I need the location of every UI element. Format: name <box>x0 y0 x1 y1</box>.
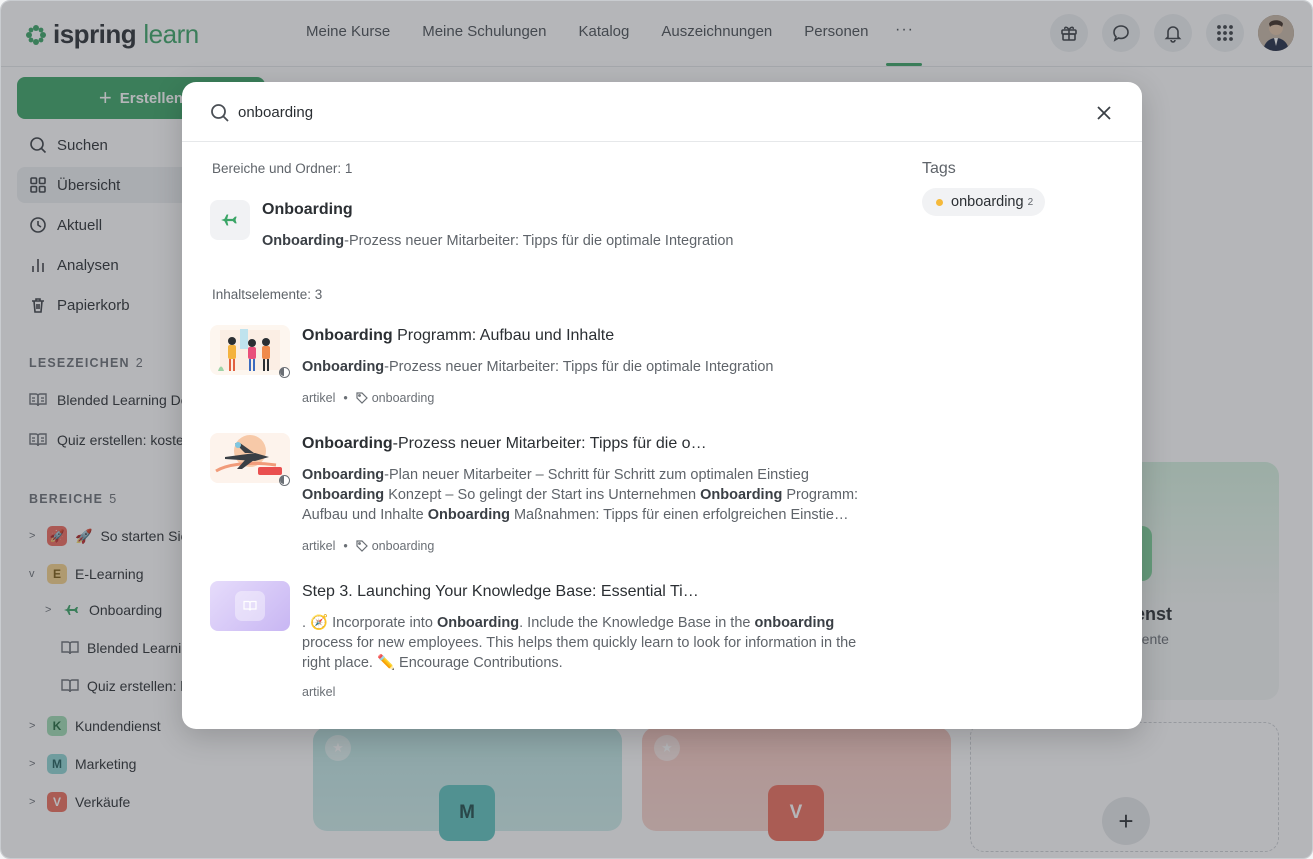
result-tag[interactable]: onboarding <box>372 391 435 405</box>
separator-dot: • <box>343 539 348 553</box>
desc-text: -Plan neuer Mitarbeiter – Schritt für Sc… <box>384 467 809 483</box>
desc-text: . 🧭 Incorporate into <box>302 615 437 631</box>
desc-text: process for new employees. This helps th… <box>302 635 857 671</box>
title-text: Programm: Aufbau und Inhalte <box>392 327 615 344</box>
desc-text: Maßnahmen: Tipps für einen erfolgreichen… <box>509 507 849 523</box>
search-input[interactable] <box>238 100 1058 124</box>
close-icon[interactable] <box>1097 106 1111 120</box>
desc-text: Konzept – So gelingt der Start ins Unter… <box>384 487 701 503</box>
area-result-title: Onboarding <box>262 201 353 218</box>
desc-text: . Include the Knowledge Base in the <box>519 615 755 631</box>
tag-count: 2 <box>1027 196 1034 208</box>
result-title: Onboarding-Prozess neuer Mitarbeiter: Ti… <box>302 435 707 453</box>
desc-text: -Prozess neuer Mitarbeiter: Tipps für di… <box>344 233 734 249</box>
highlight: Onboarding <box>302 487 385 503</box>
result-meta: artikel • onboarding <box>302 391 434 405</box>
result-thumbnail <box>210 325 290 375</box>
areas-section-label: Bereiche und Ordner: 1 <box>212 161 353 176</box>
highlight: Onboarding <box>436 615 520 631</box>
tag-icon <box>356 392 368 404</box>
highlight: Onboarding <box>302 359 385 375</box>
area-result-desc: Onboarding-Prozess neuer Mitarbeiter: Ti… <box>262 231 832 251</box>
search-dialog: Bereiche und Ordner: 1 Onboarding Onboar… <box>182 82 1142 729</box>
tags-section-label: Tags <box>922 160 956 177</box>
highlight: Onboarding <box>302 435 393 452</box>
result-meta: artikel • onboarding <box>302 539 434 553</box>
highlight: Onboarding <box>302 467 385 483</box>
search-bar <box>182 82 1142 142</box>
people-illustration-icon <box>218 329 280 371</box>
result-desc: Onboarding-Plan neuer Mitarbeiter – Schr… <box>302 465 872 525</box>
result-title: Onboarding Programm: Aufbau und Inhalte <box>302 327 614 345</box>
tag-chip[interactable]: onboarding 2 <box>922 188 1046 216</box>
highlight: Onboarding <box>700 487 783 503</box>
search-icon <box>211 104 229 122</box>
highlight: Onboarding <box>302 327 393 344</box>
app-window: ispring learn Meine Kurse Meine Schulung… <box>0 0 1313 859</box>
result-type: artikel <box>302 539 336 553</box>
result-desc: . 🧭 Incorporate into Onboarding. Include… <box>302 613 872 673</box>
result-type: artikel <box>302 391 336 405</box>
tag-color-dot <box>936 198 943 206</box>
result-title: Step 3. Launching Your Knowledge Base: E… <box>302 583 699 600</box>
title-text: -Prozess neuer Mitarbeiter: Tipps für di… <box>392 435 707 452</box>
tag-icon <box>356 540 368 552</box>
result-tag[interactable]: onboarding <box>372 539 435 553</box>
result-thumbnail <box>210 433 290 483</box>
result-type: artikel <box>302 685 336 699</box>
progress-half-icon <box>279 367 290 378</box>
airplane-illustration-icon <box>215 435 282 475</box>
highlight: onboarding <box>754 615 835 631</box>
highlight: Onboarding <box>262 233 345 249</box>
result-thumbnail <box>210 581 290 631</box>
highlight: Onboarding <box>427 507 510 523</box>
knowledge-book-icon <box>235 591 265 621</box>
content-section-label: Inhaltselemente: 3 <box>212 287 323 302</box>
area-result-icon-box <box>210 200 250 240</box>
plane-icon <box>221 214 237 226</box>
result-meta: artikel <box>302 685 335 699</box>
progress-half-icon <box>279 475 290 486</box>
desc-text: -Prozess neuer Mitarbeiter: Tipps für di… <box>384 359 774 375</box>
tag-name: onboarding <box>951 194 1024 210</box>
separator-dot: • <box>343 391 348 405</box>
result-desc: Onboarding-Prozess neuer Mitarbeiter: Ti… <box>302 357 872 377</box>
